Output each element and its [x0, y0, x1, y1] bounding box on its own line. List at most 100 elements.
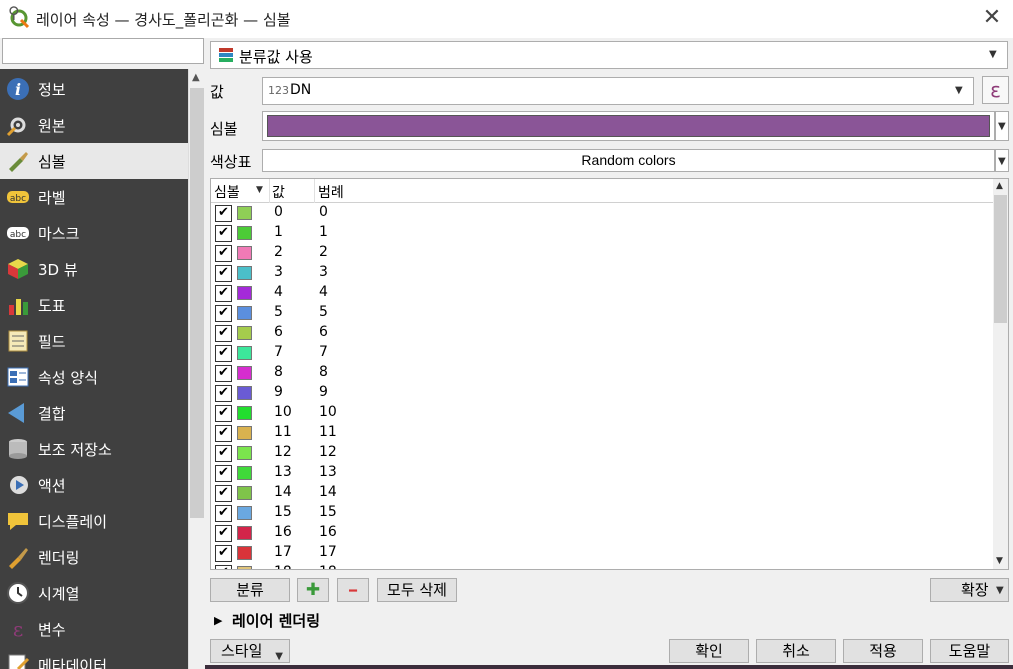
row-checkbox[interactable]: ✔: [215, 485, 232, 502]
table-row[interactable]: ✔ 10 10: [211, 403, 993, 423]
row-checkbox[interactable]: ✔: [215, 245, 232, 262]
sidebar-item[interactable]: 심볼: [0, 143, 188, 179]
scroll-down-arrow-icon[interactable]: ▼: [996, 556, 1003, 566]
table-row[interactable]: ✔ 11 11: [211, 423, 993, 443]
table-row[interactable]: ✔ 13 13: [211, 463, 993, 483]
layer-rendering-toggle[interactable]: 레이어 렌더링: [232, 610, 320, 631]
sidebar-item[interactable]: 원본: [0, 107, 188, 143]
row-color-swatch[interactable]: [237, 266, 252, 280]
row-checkbox[interactable]: ✔: [215, 405, 232, 422]
row-checkbox[interactable]: ✔: [215, 325, 232, 342]
row-checkbox[interactable]: ✔: [215, 565, 232, 569]
row-color-swatch[interactable]: [237, 346, 252, 360]
row-color-swatch[interactable]: [237, 566, 252, 569]
table-row[interactable]: ✔ 15 15: [211, 503, 993, 523]
scroll-up-arrow-icon[interactable]: ▲: [192, 72, 200, 83]
table-row[interactable]: ✔ 1 1: [211, 223, 993, 243]
chevron-down-icon[interactable]: ▼: [996, 585, 1004, 596]
sidebar-item[interactable]: ε 변수: [0, 611, 188, 647]
row-color-swatch[interactable]: [237, 226, 252, 240]
search-input[interactable]: [2, 38, 204, 64]
expand-triangle-icon[interactable]: ▶: [214, 614, 222, 627]
row-checkbox[interactable]: ✔: [215, 265, 232, 282]
sidebar-item[interactable]: 렌더링: [0, 539, 188, 575]
row-checkbox[interactable]: ✔: [215, 365, 232, 382]
chevron-down-icon[interactable]: ▼: [989, 49, 997, 60]
sidebar-item[interactable]: abc 마스크: [0, 215, 188, 251]
table-row[interactable]: ✔ 14 14: [211, 483, 993, 503]
row-color-swatch[interactable]: [237, 326, 252, 340]
expression-button[interactable]: ε: [982, 76, 1009, 104]
table-row[interactable]: ✔ 6 6: [211, 323, 993, 343]
value-field-combo[interactable]: [262, 77, 974, 105]
row-color-swatch[interactable]: [237, 306, 252, 320]
table-row[interactable]: ✔ 17 17: [211, 543, 993, 563]
header-symbol[interactable]: 심볼: [214, 182, 240, 202]
row-color-swatch[interactable]: [237, 506, 252, 520]
row-checkbox[interactable]: ✔: [215, 205, 232, 222]
row-color-swatch[interactable]: [237, 386, 252, 400]
table-row[interactable]: ✔ 16 16: [211, 523, 993, 543]
style-button[interactable]: 스타일 ▼: [210, 639, 290, 663]
row-checkbox[interactable]: ✔: [215, 305, 232, 322]
sidebar-item[interactable]: 필드: [0, 323, 188, 359]
row-checkbox[interactable]: ✔: [215, 225, 232, 242]
scroll-up-arrow-icon[interactable]: ▲: [996, 181, 1003, 191]
row-color-swatch[interactable]: [237, 466, 252, 480]
row-color-swatch[interactable]: [237, 446, 252, 460]
row-color-swatch[interactable]: [237, 406, 252, 420]
delete-all-button[interactable]: 모두 삭제: [377, 578, 457, 602]
table-row[interactable]: ✔ 5 5: [211, 303, 993, 323]
sidebar-item[interactable]: 디스플레이: [0, 503, 188, 539]
row-checkbox[interactable]: ✔: [215, 425, 232, 442]
classify-button[interactable]: 분류: [210, 578, 290, 602]
cancel-button[interactable]: 취소: [756, 639, 836, 663]
header-legend[interactable]: 범례: [318, 182, 344, 202]
sidebar-item[interactable]: 액션: [0, 467, 188, 503]
chevron-down-icon[interactable]: ▼: [998, 156, 1006, 167]
apply-button[interactable]: 적용: [843, 639, 923, 663]
ok-button[interactable]: 확인: [669, 639, 749, 663]
sidebar-item[interactable]: 시계열: [0, 575, 188, 611]
header-value[interactable]: 값: [272, 182, 285, 202]
table-scroll-thumb[interactable]: [994, 195, 1007, 323]
table-row[interactable]: ✔ 8 8: [211, 363, 993, 383]
table-row[interactable]: ✔ 4 4: [211, 283, 993, 303]
table-row[interactable]: ✔ 18 18: [211, 563, 993, 569]
row-color-swatch[interactable]: [237, 366, 252, 380]
row-checkbox[interactable]: ✔: [215, 345, 232, 362]
row-checkbox[interactable]: ✔: [215, 525, 232, 542]
table-row[interactable]: ✔ 2 2: [211, 243, 993, 263]
remove-category-button[interactable]: ━: [337, 578, 369, 602]
sidebar-scroll-thumb[interactable]: [190, 88, 204, 518]
row-color-swatch[interactable]: [237, 246, 252, 260]
sidebar-item[interactable]: 3D 뷰: [0, 251, 188, 287]
sidebar-item[interactable]: 속성 양식: [0, 359, 188, 395]
sidebar-item[interactable]: 결합: [0, 395, 188, 431]
chevron-down-icon[interactable]: ▼: [998, 121, 1006, 132]
row-checkbox[interactable]: ✔: [215, 505, 232, 522]
sidebar-item[interactable]: 보조 저장소: [0, 431, 188, 467]
table-row[interactable]: ✔ 7 7: [211, 343, 993, 363]
row-checkbox[interactable]: ✔: [215, 445, 232, 462]
sidebar-item[interactable]: i 정보: [0, 71, 188, 107]
table-row[interactable]: ✔ 12 12: [211, 443, 993, 463]
add-category-button[interactable]: ✚: [297, 578, 329, 602]
sidebar-item[interactable]: abc 라벨: [0, 179, 188, 215]
sidebar-item[interactable]: 도표: [0, 287, 188, 323]
row-color-swatch[interactable]: [237, 486, 252, 500]
table-row[interactable]: ✔ 9 9: [211, 383, 993, 403]
row-color-swatch[interactable]: [237, 426, 252, 440]
close-icon[interactable]: ✕: [980, 6, 1004, 30]
help-button[interactable]: 도움말: [930, 639, 1009, 663]
sidebar-item[interactable]: 메타데이터: [0, 647, 188, 669]
row-checkbox[interactable]: ✔: [215, 385, 232, 402]
chevron-down-icon[interactable]: ▼: [955, 85, 963, 96]
row-checkbox[interactable]: ✔: [215, 545, 232, 562]
renderer-combo[interactable]: [210, 41, 1008, 69]
row-color-swatch[interactable]: [237, 526, 252, 540]
row-color-swatch[interactable]: [237, 286, 252, 300]
table-row[interactable]: ✔ 0 0: [211, 203, 993, 223]
color-ramp-button[interactable]: Random colors: [262, 149, 995, 172]
row-color-swatch[interactable]: [237, 206, 252, 220]
